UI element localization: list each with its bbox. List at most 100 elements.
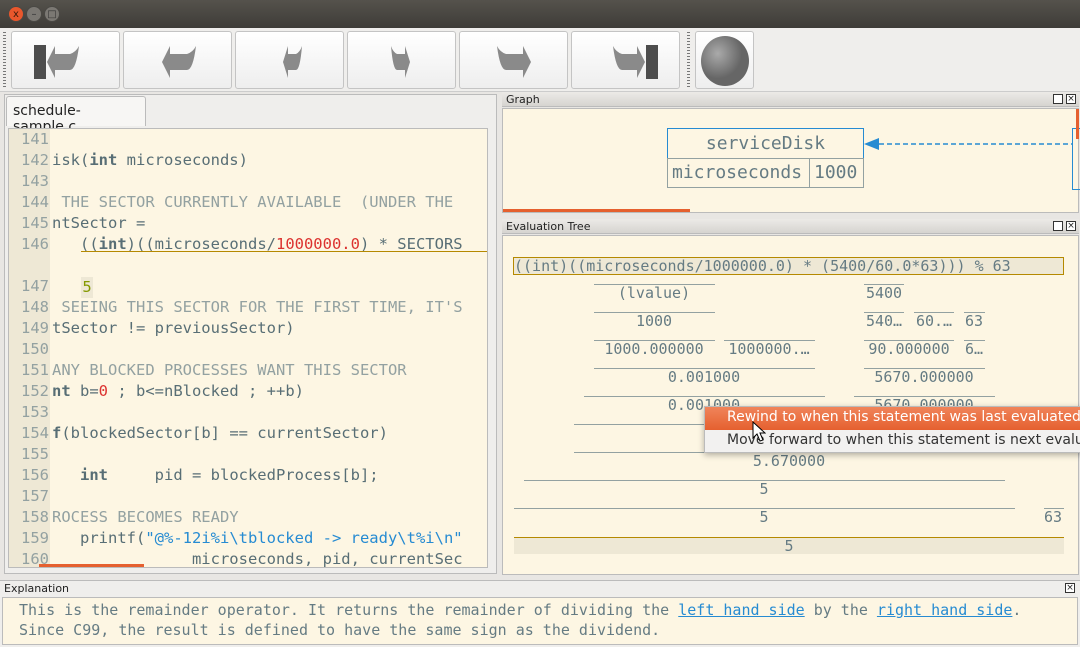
maximize-panel-icon[interactable]: [1053, 94, 1063, 104]
forward-to-end-icon: [613, 45, 658, 79]
explanation-text: This is the remainder operator. It retur…: [2, 597, 1078, 645]
vertical-scrollbar[interactable]: [487, 319, 488, 349]
line-number: 154: [21, 424, 49, 442]
graph-panel-title: Graph: [506, 93, 540, 106]
rewind-to-start-icon: [34, 45, 79, 79]
line-number: 158: [21, 508, 49, 526]
graph-vertical-scrollbar[interactable]: [1076, 109, 1079, 139]
code-view[interactable]: 141 142 isk(int microseconds) 143 144 THE SE…: [8, 128, 488, 568]
tree-node-v1e6[interactable]: 1000000.…: [728, 340, 809, 358]
line-number: 143: [21, 172, 49, 190]
explanation-text-1: This is the remainder operator. It retur…: [19, 601, 679, 619]
root-expression[interactable]: ((int)((microseconds/1000000.0) * (5400/…: [513, 257, 1064, 275]
eval-tree-canvas[interactable]: [502, 235, 1079, 575]
graph-horizontal-scrollbar[interactable]: [503, 209, 690, 212]
line-number: 149: [21, 319, 49, 337]
eval-panel-title: Evaluation Tree: [506, 220, 591, 233]
tree-node-v1000[interactable]: 1000: [636, 312, 672, 330]
mouse-cursor-icon: [752, 421, 766, 442]
code-line[interactable]: THE SECTOR CURRENTLY AVAILABLE (UNDER TH…: [52, 193, 453, 211]
tab-schedule-sample-c[interactable]: schedule-sample.c: [6, 96, 146, 135]
param-value: 1000: [809, 158, 864, 188]
code-line[interactable]: SEEING THIS SECTOR FOR THE FIRST TIME, I…: [52, 298, 462, 316]
rewind-to-start-button[interactable]: [11, 31, 120, 89]
maximize-window-button[interactable]: □: [44, 6, 60, 22]
tree-node-int2[interactable]: 5: [759, 508, 768, 526]
line-number: 142: [21, 151, 49, 169]
explanation-header: Explanation ×: [0, 581, 1080, 596]
record-button[interactable]: [695, 31, 754, 89]
code-line[interactable]: nt b=0 ; b<=nBlocked ; ++b): [52, 382, 304, 400]
step-forward-out-button[interactable]: [459, 31, 568, 89]
code-line[interactable]: ROCESS BECOMES READY: [52, 508, 239, 526]
tree-node-prod[interactable]: 5.670000: [753, 452, 825, 470]
tree-node-v90[interactable]: 90.000000: [868, 340, 949, 358]
close-panel-icon[interactable]: ×: [1066, 94, 1076, 104]
line-number: 146: [21, 235, 49, 253]
toolbar-grip[interactable]: [3, 32, 6, 88]
param-name: microseconds: [667, 158, 810, 188]
maximize-panel-icon[interactable]: [1053, 221, 1063, 231]
toolbar: [0, 28, 1080, 92]
forward-to-end-button[interactable]: [571, 31, 680, 89]
tree-node-result[interactable]: 5: [514, 537, 1064, 554]
close-panel-icon[interactable]: ×: [1066, 221, 1076, 231]
step-back-button[interactable]: [235, 31, 344, 89]
line-number: 159: [21, 529, 49, 547]
step-back-out-button[interactable]: [123, 31, 232, 89]
tree-node-v1000f[interactable]: 1000.000000: [604, 340, 703, 358]
code-line[interactable]: ntSector =: [52, 214, 145, 232]
toolbar-grip[interactable]: [687, 32, 690, 88]
evaluated-expression-underline: [81, 251, 487, 252]
eval-panel-header: Evaluation Tree ×: [502, 219, 1079, 234]
line-number: 155: [21, 445, 49, 463]
line-number: 144: [21, 193, 49, 211]
line-number: 147: [21, 277, 49, 295]
line-number: 151: [21, 361, 49, 379]
left-hand-side-link[interactable]: left hand side: [678, 601, 804, 619]
explanation-title: Explanation: [4, 582, 70, 595]
inline-value-badge: 5: [81, 277, 93, 298]
tree-node-int1[interactable]: 5: [759, 480, 768, 498]
line-number: 156: [21, 466, 49, 484]
graph-panel: Graph × serviceDisk microseconds 1000: [502, 92, 1080, 213]
code-line[interactable]: tSector != previousSector): [52, 319, 295, 337]
step-forward-button[interactable]: [347, 31, 456, 89]
close-panel-icon[interactable]: ×: [1065, 583, 1075, 593]
step-back-icon: [283, 46, 302, 78]
record-icon: [701, 36, 749, 86]
tree-node-lvalue[interactable]: (lvalue): [618, 284, 690, 302]
line-number: 148: [21, 298, 49, 316]
step-forward-icon: [391, 46, 410, 78]
tree-node-v63b[interactable]: 63: [1044, 508, 1062, 526]
horizontal-scrollbar[interactable]: [39, 564, 144, 567]
line-number: 150: [21, 340, 49, 358]
line-number: 141: [21, 130, 49, 148]
code-line[interactable]: f(blockedSector[b] == currentSector): [52, 424, 388, 442]
tree-node-mul[interactable]: 5670.000000: [874, 368, 973, 386]
tree-node-v60[interactable]: 60.…: [916, 312, 952, 330]
code-line[interactable]: int pid = blockedProcess[b];: [52, 466, 379, 484]
code-line[interactable]: isk(int microseconds): [52, 151, 248, 169]
code-line[interactable]: printf("@%-12i%i\tblocked -> ready\t%i\n…: [52, 529, 463, 547]
tree-node-v63a[interactable]: 63: [965, 312, 983, 330]
close-window-button[interactable]: x: [8, 6, 24, 22]
tree-node-v5400[interactable]: 5400: [866, 284, 902, 302]
line-number: 152: [21, 382, 49, 400]
step-forward-out-icon: [497, 46, 531, 78]
tree-node-v6[interactable]: 6…: [965, 340, 983, 358]
line-number: 157: [21, 487, 49, 505]
stack-frame-title[interactable]: serviceDisk: [667, 128, 864, 159]
step-back-out-icon: [162, 46, 196, 78]
line-number: 153: [21, 403, 49, 421]
explanation-text-2: by the: [804, 601, 877, 619]
tree-node-div[interactable]: 0.001000: [668, 368, 740, 386]
tree-node-v540[interactable]: 540…: [866, 312, 902, 330]
graph-canvas[interactable]: serviceDisk microseconds 1000: [502, 108, 1080, 213]
right-hand-side-link[interactable]: right hand side: [877, 601, 1012, 619]
line-number: 145: [21, 214, 49, 232]
title-bar: x – □: [0, 0, 1080, 28]
minimize-window-button[interactable]: –: [26, 6, 42, 22]
code-line[interactable]: ANY BLOCKED PROCESSES WANT THIS SECTOR: [52, 361, 407, 379]
graph-panel-header: Graph ×: [502, 92, 1079, 107]
